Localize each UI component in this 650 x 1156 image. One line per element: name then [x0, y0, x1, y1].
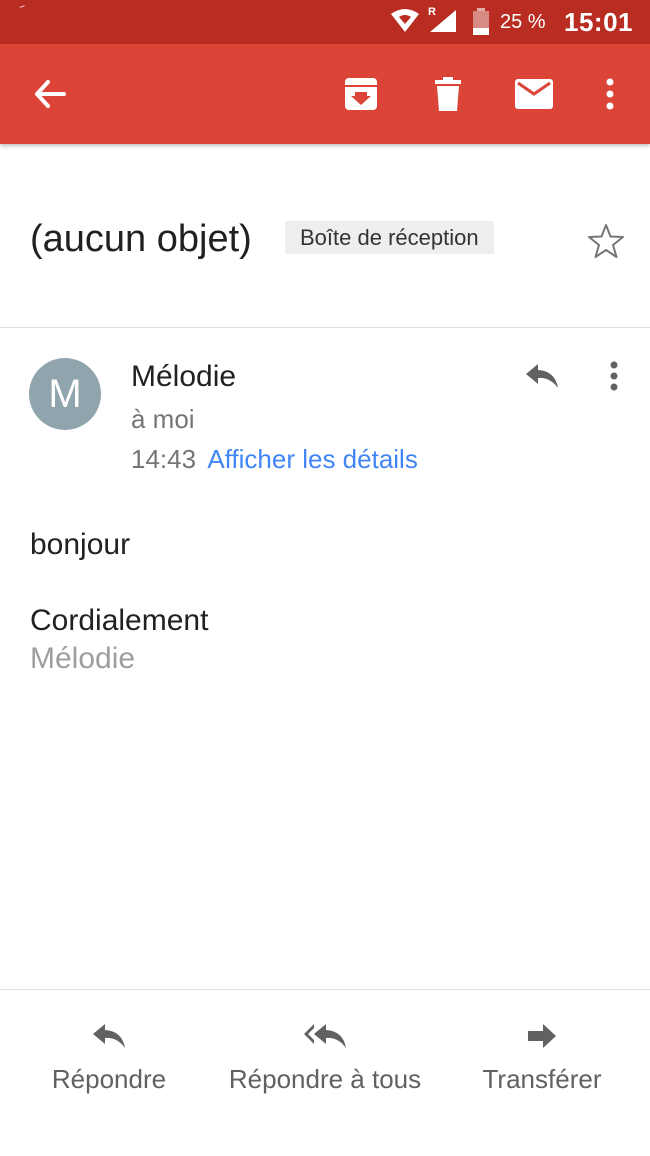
mark-unread-button[interactable] [510, 70, 558, 118]
reply-all-label: Répondre à tous [228, 1064, 422, 1094]
signal-icon [428, 8, 458, 39]
more-vert-icon [606, 78, 614, 110]
reply-label: Répondre [51, 1064, 167, 1094]
archive-button[interactable] [337, 70, 385, 118]
recipient-line: à moi [131, 404, 195, 434]
forward-label: Transférer [482, 1064, 602, 1094]
message-signature: Mélodie [30, 642, 136, 675]
battery-icon [472, 8, 490, 41]
star-icon [588, 224, 624, 258]
sender-name: Mélodie [131, 360, 237, 393]
message-body-greeting: bonjour [30, 528, 131, 561]
status-bar: R 25 % 15:01 [0, 0, 650, 44]
bottom-action-bar: Répondre Répondre à tous Transférer [0, 989, 650, 1156]
message-time: 14:43 [131, 444, 197, 474]
app-bar [0, 44, 650, 144]
message-meta: 14:43 Afficher les détails [131, 444, 418, 475]
more-vert-icon [610, 361, 618, 391]
subject-row: (aucun objet) Boîte de réception [0, 145, 650, 328]
forward-icon [527, 1018, 557, 1054]
forward-button[interactable]: Transférer [476, 1018, 608, 1095]
reply-icon [92, 1018, 126, 1054]
inbox-label-chip[interactable]: Boîte de réception [285, 221, 494, 254]
reply-all-button[interactable]: Répondre à tous [221, 1018, 429, 1095]
wifi-icon [390, 8, 420, 39]
notification-icon [19, 5, 26, 10]
back-button[interactable] [26, 70, 74, 118]
mark-unread-icon [515, 79, 553, 109]
show-details-link[interactable]: Afficher les détails [207, 444, 418, 474]
reply-all-icon [303, 1018, 347, 1054]
delete-button[interactable] [424, 70, 472, 118]
message-reply-button[interactable] [518, 352, 566, 400]
delete-icon [435, 77, 461, 111]
battery-percent: 25 % [500, 11, 546, 33]
archive-icon [345, 78, 377, 110]
more-options-button[interactable] [586, 70, 634, 118]
star-button[interactable] [584, 219, 628, 263]
status-clock: 15:01 [564, 7, 633, 37]
back-arrow-icon [35, 80, 66, 108]
message-more-button[interactable] [598, 352, 630, 400]
reply-button[interactable]: Répondre [48, 1018, 170, 1095]
avatar[interactable]: M [29, 358, 101, 430]
message-body-closing: Cordialement [30, 604, 209, 637]
reply-icon [526, 364, 558, 388]
email-subject: (aucun objet) [30, 218, 252, 260]
